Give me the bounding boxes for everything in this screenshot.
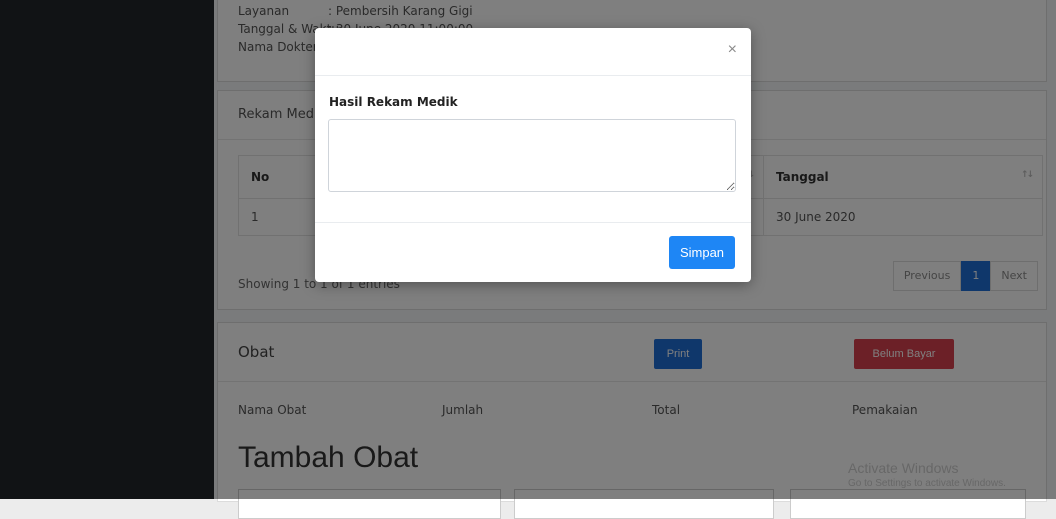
modal-header: ×: [315, 28, 751, 76]
modal-footer: Simpan: [315, 222, 751, 282]
simpan-button[interactable]: Simpan: [669, 236, 735, 269]
hasil-rekam-medik-textarea[interactable]: [328, 119, 736, 192]
close-icon[interactable]: ×: [728, 42, 737, 58]
hasil-rekam-medik-label: Hasil Rekam Medik: [329, 95, 458, 109]
rekam-medik-modal: × Hasil Rekam Medik Simpan: [315, 28, 751, 282]
